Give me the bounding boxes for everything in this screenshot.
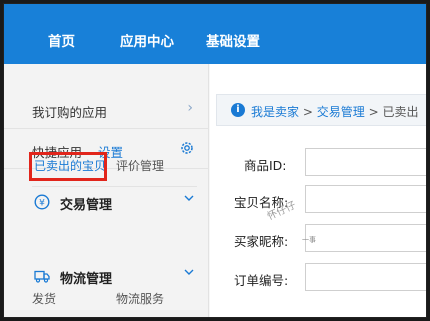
top-navigation-bar: 首页 应用中心 基础设置 (4, 4, 426, 64)
currency-icon: ¥ (34, 194, 50, 210)
app-window: 首页 应用中心 基础设置 我订购的应用 › 快捷应用 设置 ¥ 交易管理 已卖出… (3, 3, 427, 318)
svg-text:¥: ¥ (39, 199, 45, 209)
order-number-input[interactable] (305, 263, 426, 291)
breadcrumb: i 我是卖家 > 交易管理 > 已卖出 (216, 94, 426, 126)
buyer-nickname-input[interactable] (305, 224, 426, 252)
breadcrumb-separator: > (368, 105, 379, 119)
sidebar-sub-logistics-service[interactable]: 物流服务 (116, 290, 164, 307)
sidebar-group-title: 交易管理 (60, 198, 113, 213)
sidebar-item-subscribed-apps[interactable]: 我订购的应用 › (4, 89, 209, 129)
chevron-down-icon (184, 195, 194, 201)
gear-icon[interactable] (179, 140, 195, 156)
truck-icon (34, 270, 50, 283)
sidebar-divider (32, 186, 197, 187)
chevron-right-icon: › (187, 100, 193, 116)
watermark-sub: 一事 (302, 236, 316, 244)
breadcrumb-path: 我是卖家 > 交易管理 > 已卖出 (251, 103, 418, 120)
nav-home[interactable]: 首页 (48, 30, 75, 50)
sidebar: 我订购的应用 › 快捷应用 设置 ¥ 交易管理 已卖出的宝贝 评价管理 物流管理… (4, 64, 209, 317)
info-icon: i (231, 103, 245, 117)
sidebar-group-title: 物流管理 (60, 272, 113, 287)
annotation-highlight-box (29, 152, 107, 181)
sidebar-sub-reviews[interactable]: 评价管理 (116, 157, 164, 174)
item-id-input[interactable] (305, 148, 426, 176)
breadcrumb-current: 已卖出 (382, 105, 419, 119)
sidebar-group-trade-management[interactable]: ¥ 交易管理 (4, 188, 209, 218)
main-content: i 我是卖家 > 交易管理 > 已卖出 商品ID: 宝贝名称: 买家昵称: 订单… (210, 64, 426, 317)
sidebar-group-logistics[interactable]: 物流管理 (4, 262, 209, 292)
sidebar-item-label: 我订购的应用 (32, 105, 108, 120)
nav-app-center[interactable]: 应用中心 (120, 30, 174, 50)
order-number-label: 订单编号: (234, 273, 289, 288)
breadcrumb-separator: > (302, 105, 313, 119)
breadcrumb-seller[interactable]: 我是卖家 (251, 105, 299, 119)
breadcrumb-trade[interactable]: 交易管理 (317, 105, 365, 119)
buyer-nickname-label: 买家昵称: (234, 234, 289, 249)
item-id-label: 商品ID: (244, 158, 287, 173)
nav-basic-settings[interactable]: 基础设置 (206, 30, 260, 50)
item-name-input[interactable] (305, 185, 426, 213)
sidebar-sub-ship[interactable]: 发货 (32, 290, 56, 307)
chevron-down-icon (184, 269, 194, 275)
